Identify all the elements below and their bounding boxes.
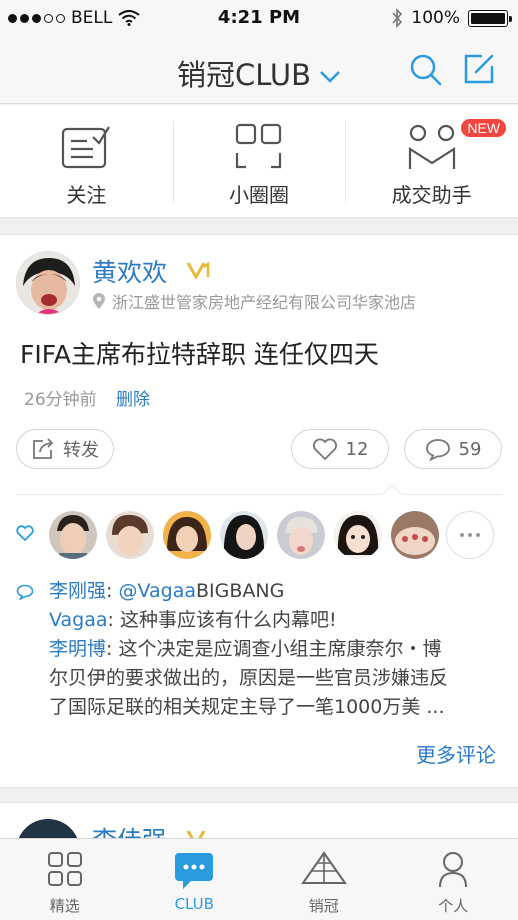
comment-author[interactable]: 李刚强: [49, 580, 106, 602]
author-location: 浙江盛世管家房地产经纪有限公司华家池店: [92, 289, 416, 313]
comment-button[interactable]: 59: [404, 429, 502, 469]
tab-label: 销冠: [308, 897, 339, 915]
divider: [16, 494, 502, 495]
new-badge: NEW: [461, 119, 507, 137]
quick-menu: 关注 小圈圈 NEW 成交助手: [0, 105, 518, 218]
liker-avatar[interactable]: [277, 511, 325, 559]
comment-bubble-icon: [425, 438, 450, 461]
forward-label: 转发: [63, 440, 99, 461]
heart-small-icon: [16, 525, 34, 541]
like-button[interactable]: 12: [291, 429, 389, 469]
status-bar: BELL 4:21 PM 100%: [0, 0, 518, 38]
share-icon: [33, 438, 54, 459]
more-comments-link[interactable]: 更多评论: [416, 739, 496, 768]
bluetooth-icon: [392, 8, 403, 28]
comment-text-line: 尔贝伊的要求做出的，原因是一些官员涉嫌违反: [49, 667, 449, 689]
quick-menu-label: 成交助手: [391, 183, 472, 207]
nav-bar: 销冠CLUB: [0, 38, 518, 104]
quick-menu-follow[interactable]: 关注: [0, 105, 173, 217]
person-icon: [439, 852, 468, 888]
comment-count: 59: [458, 438, 482, 460]
next-post-card[interactable]: 李佳强: [0, 802, 518, 842]
comment-mention[interactable]: @Vagaa: [118, 580, 196, 602]
tab-bar: 精选 CLUB 销冠 个人: [0, 838, 518, 920]
liker-avatar[interactable]: [334, 511, 382, 559]
comment-text: 这种事应该有什么内幕吧!: [119, 609, 337, 631]
comment-item[interactable]: Vagaa: 这种事应该有什么内幕吧!: [49, 606, 504, 635]
pyramid-icon: [300, 851, 347, 884]
liker-avatar[interactable]: [106, 511, 154, 559]
tab-label: CLUB: [174, 895, 214, 913]
tab-featured[interactable]: 精选: [0, 839, 130, 920]
tab-label: 精选: [49, 897, 80, 915]
compose-icon[interactable]: [462, 52, 496, 86]
comment-author[interactable]: 李明博: [49, 638, 106, 660]
checklist-icon: [62, 126, 111, 169]
quick-menu-label: 小圈圈: [229, 183, 289, 207]
comment-item[interactable]: 李刚强: @VagaaBIGBANG: [49, 577, 504, 606]
comment-text-line: 了国际足联的相关规定主导了一笔1000万美 ...: [49, 696, 445, 718]
heart-outline-icon: [312, 438, 337, 460]
liker-avatar[interactable]: [391, 511, 439, 559]
comment-caret: [382, 484, 402, 504]
comment-small-icon: [16, 584, 34, 600]
tab-label: 个人: [438, 897, 469, 915]
comment-item[interactable]: 李明博: 这个决定是应调查小组主席康奈尔・博: [49, 635, 504, 664]
quick-menu-label: 关注: [66, 183, 107, 207]
like-count: 12: [345, 438, 369, 460]
quick-menu-circle[interactable]: 小圈圈: [172, 105, 346, 217]
author-name[interactable]: 黄欢欢: [92, 253, 167, 289]
comment-text: 这个决定是应调查小组主席康奈尔・博: [118, 638, 442, 660]
liker-avatar[interactable]: [163, 511, 211, 559]
status-right: 100%: [391, 8, 512, 28]
delete-link[interactable]: 删除: [116, 390, 150, 410]
grid-icon: [47, 852, 82, 886]
author-avatar[interactable]: [16, 251, 80, 315]
chat-bubble-icon: [175, 853, 214, 889]
comment-author[interactable]: Vagaa: [49, 609, 108, 631]
comment-text: BIGBANG: [195, 580, 285, 602]
battery-percent: 100%: [411, 8, 460, 28]
location-pin-icon: [93, 293, 105, 309]
post-content[interactable]: FIFA主席布拉特辞职 连任仅四天: [20, 335, 379, 371]
chevron-down-icon: [320, 71, 340, 83]
battery-icon: [468, 9, 512, 27]
more-likers-button[interactable]: [446, 511, 494, 559]
liker-avatar[interactable]: [220, 511, 268, 559]
post-time: 26分钟前: [24, 390, 97, 410]
quick-menu-deal-assistant[interactable]: NEW 成交助手: [345, 105, 518, 217]
forward-button[interactable]: 转发: [16, 429, 114, 469]
tab-profile[interactable]: 个人: [389, 839, 518, 920]
post-card: 黄欢欢 浙江盛世管家房地产经纪有限公司华家池店 FIFA主席布拉特辞职 连任仅四…: [0, 234, 518, 788]
page-title: 销冠CLUB: [176, 58, 312, 92]
tab-champion[interactable]: 销冠: [259, 839, 389, 920]
verified-badge-icon: [186, 261, 210, 279]
squares-icon: [235, 123, 282, 169]
search-icon[interactable]: [408, 52, 444, 88]
handshake-people-icon: [408, 124, 455, 169]
location-text: 浙江盛世管家房地产经纪有限公司华家池店: [112, 293, 417, 312]
post-meta: 26分钟前 删除: [24, 385, 150, 410]
liker-avatar[interactable]: [49, 511, 97, 559]
tab-club[interactable]: CLUB: [130, 839, 260, 920]
